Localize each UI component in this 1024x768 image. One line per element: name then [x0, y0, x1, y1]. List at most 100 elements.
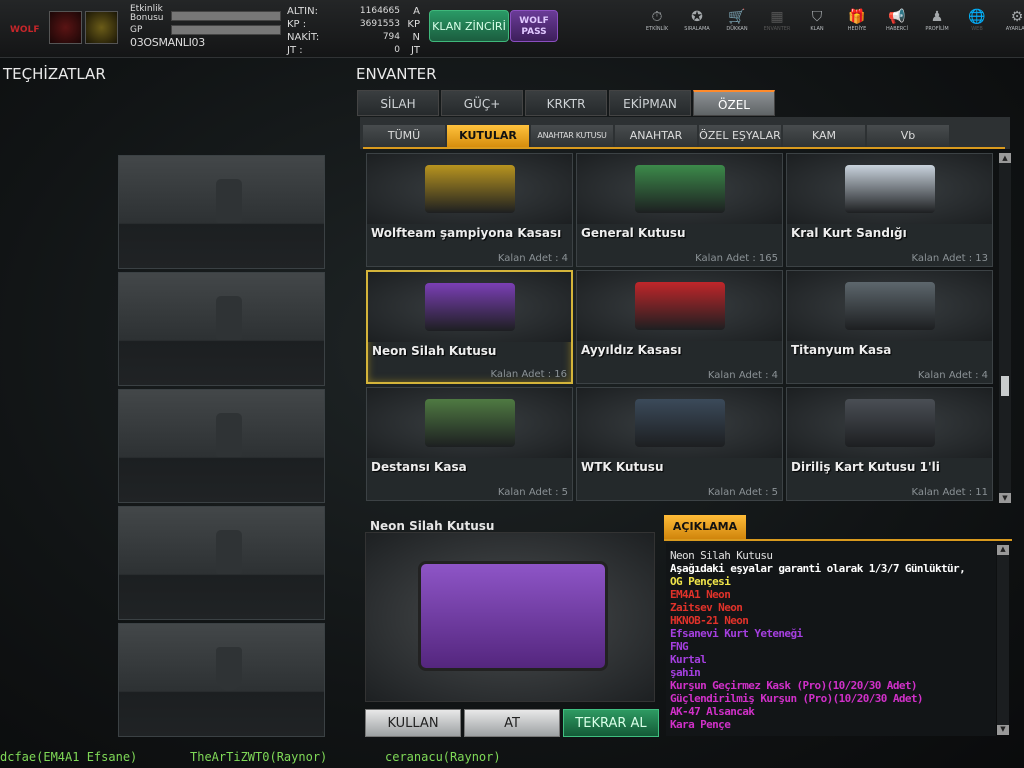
tab-0[interactable]: SİLAH [357, 90, 439, 116]
nav-hedi̇ye[interactable]: 🎁 HEDİYE [837, 8, 877, 32]
drop-button[interactable]: AT [464, 709, 560, 737]
description-line: EM4A1 Neon [670, 588, 731, 601]
nav-label: DÜKKAN [726, 26, 748, 32]
subtab-3[interactable]: ANAHTAR [615, 125, 697, 147]
nav-label: ENVANTER [763, 26, 791, 32]
item-card[interactable]: Titanyum Kasa Kalan Adet : 4 [786, 270, 993, 384]
description-line: Kurşun Geçirmez Kask (Pro)(10/20/30 Adet… [670, 679, 918, 692]
stat-value: 0 [394, 45, 400, 55]
etkinlik-label: Etkinlik Bonusu [130, 4, 164, 23]
item-image [577, 271, 782, 341]
item-count: Kalan Adet : 4 [917, 370, 988, 381]
item-card[interactable]: Kral Kurt Sandığı Kalan Adet : 13 [786, 153, 993, 267]
shield-icon: ⛉ [811, 9, 823, 25]
item-card[interactable]: Diriliş Kart Kutusu 1'li Kalan Adet : 11 [786, 387, 993, 501]
item-count: Kalan Adet : 4 [707, 370, 778, 381]
scroll-up-icon[interactable]: ▲ [997, 545, 1009, 555]
item-scrollbar[interactable]: ▲ ▼ [999, 153, 1011, 503]
grenade-icon [216, 530, 242, 574]
wolf-pass-button[interactable]: WOLF PASS [510, 10, 558, 42]
item-card[interactable]: Destansı Kasa Kalan Adet : 5 [366, 387, 573, 501]
item-card[interactable]: WTK Kutusu Kalan Adet : 5 [576, 387, 783, 501]
subtab-5[interactable]: KAM [783, 125, 865, 147]
rebuy-button[interactable]: TEKRAR AL [563, 709, 659, 737]
main-nav: ⏱ ETKİNLİK ✪ SIRALAMA 🛒 DÜKKAN ▦ ENVANTER ⛉ KLAN 🎁… [637, 8, 1024, 32]
equipment-slot[interactable] [118, 623, 325, 737]
selected-item-preview [365, 532, 655, 702]
subtab-6[interactable]: Vb [867, 125, 949, 147]
stat-value: 1164665 [359, 6, 400, 16]
nav-klan[interactable]: ⛉ KLAN [797, 8, 837, 32]
item-image [368, 272, 571, 342]
item-count: Kalan Adet : 13 [911, 253, 988, 264]
clan-emblem[interactable] [49, 11, 82, 44]
equipment-slot[interactable] [118, 506, 325, 620]
subtab-2[interactable]: ANAHTAR KUTUSU [531, 125, 613, 147]
equipment-slot[interactable] [118, 155, 325, 269]
item-box-icon [634, 399, 725, 447]
etkinlik-bonus-bar [171, 11, 281, 21]
gear-icon: ⚙ [1010, 9, 1024, 25]
item-name: General Kutusu [581, 226, 686, 240]
item-name: Titanyum Kasa [791, 343, 892, 357]
medal-icon: ✪ [691, 9, 703, 25]
item-name: Wolfteam şampiyona Kasası [371, 226, 562, 240]
description-underline [664, 539, 1012, 541]
item-card[interactable]: General Kutusu Kalan Adet : 165 [576, 153, 783, 267]
scroll-down-icon[interactable]: ▼ [999, 493, 1011, 503]
grenade-icon [216, 413, 242, 457]
description-line: OG Pençesi [670, 575, 731, 588]
description-tab[interactable]: AÇIKLAMA [664, 515, 746, 539]
item-image [787, 388, 992, 458]
item-card[interactable]: Neon Silah Kutusu Kalan Adet : 16 [366, 270, 573, 384]
item-card[interactable]: Wolfteam şampiyona Kasası Kalan Adet : 4 [366, 153, 573, 267]
nav-web[interactable]: 🌐 WEB [957, 8, 997, 32]
equipment-slot[interactable] [118, 272, 325, 386]
item-image [367, 388, 572, 458]
rank-emblem [85, 11, 118, 44]
tab-1[interactable]: GÜÇ+ [441, 90, 523, 116]
megaphone-icon: 📢 [888, 9, 906, 25]
use-button[interactable]: KULLAN [365, 709, 461, 737]
nav-ayarlar[interactable]: ⚙AYARLAR [997, 8, 1024, 32]
description-line: Kurtal [670, 653, 707, 666]
nav-etki̇nli̇k[interactable]: ⏱ ETKİNLİK [637, 8, 677, 32]
shield-slot-icon [216, 647, 242, 691]
item-card[interactable]: Ayyıldız Kasası Kalan Adet : 4 [576, 270, 783, 384]
item-box-icon [634, 282, 725, 330]
nav-haberci̇[interactable]: 📢 HABERCİ [877, 8, 917, 32]
selected-item-name: Neon Silah Kutusu [370, 519, 495, 533]
scroll-down-icon[interactable]: ▼ [997, 725, 1009, 735]
profile-icon: ♟ [930, 9, 944, 25]
neon-box-image [418, 561, 608, 671]
nav-label: AYARLAR [1005, 26, 1024, 32]
item-image [787, 271, 992, 341]
nav-label: HEDİYE [847, 26, 867, 32]
klan-zinciri-button[interactable]: KLAN ZİNCİRİ [429, 10, 509, 42]
nav-siralama[interactable]: ✪ SIRALAMA [677, 8, 717, 32]
nav-dükkan[interactable]: 🛒 DÜKKAN [717, 8, 757, 32]
username: 03OSMANLI03 [130, 36, 205, 49]
item-box-icon [844, 399, 935, 447]
description-scrollbar[interactable]: ▲ ▼ [997, 545, 1009, 735]
subtab-4[interactable]: ÖZEL EŞYALAR [699, 125, 781, 147]
stat-value: 794 [382, 32, 400, 42]
scroll-up-icon[interactable]: ▲ [999, 153, 1011, 163]
subtab-0[interactable]: TÜMÜ [363, 125, 445, 147]
game-logo: WOLF [10, 25, 40, 35]
item-box-icon [634, 165, 725, 213]
nav-profi̇li̇m[interactable]: ♟ PROFİLİM [917, 8, 957, 32]
scroll-thumb[interactable] [1001, 376, 1009, 396]
nav-label: KLAN [810, 26, 824, 32]
stat-unit: JT [410, 45, 420, 56]
item-name: Ayyıldız Kasası [581, 343, 682, 357]
tab-2[interactable]: KRKTR [525, 90, 607, 116]
tab-4[interactable]: ÖZEL [693, 90, 775, 116]
equipment-slot[interactable] [118, 389, 325, 503]
item-name: Neon Silah Kutusu [372, 344, 497, 358]
subtab-1[interactable]: KUTULAR [447, 125, 529, 147]
description-line: şahin [670, 666, 701, 679]
description-line: HKNOB-21 Neon [670, 614, 749, 627]
tab-3[interactable]: EKİPMAN [609, 90, 691, 116]
nav-envanter[interactable]: ▦ ENVANTER [757, 8, 797, 32]
